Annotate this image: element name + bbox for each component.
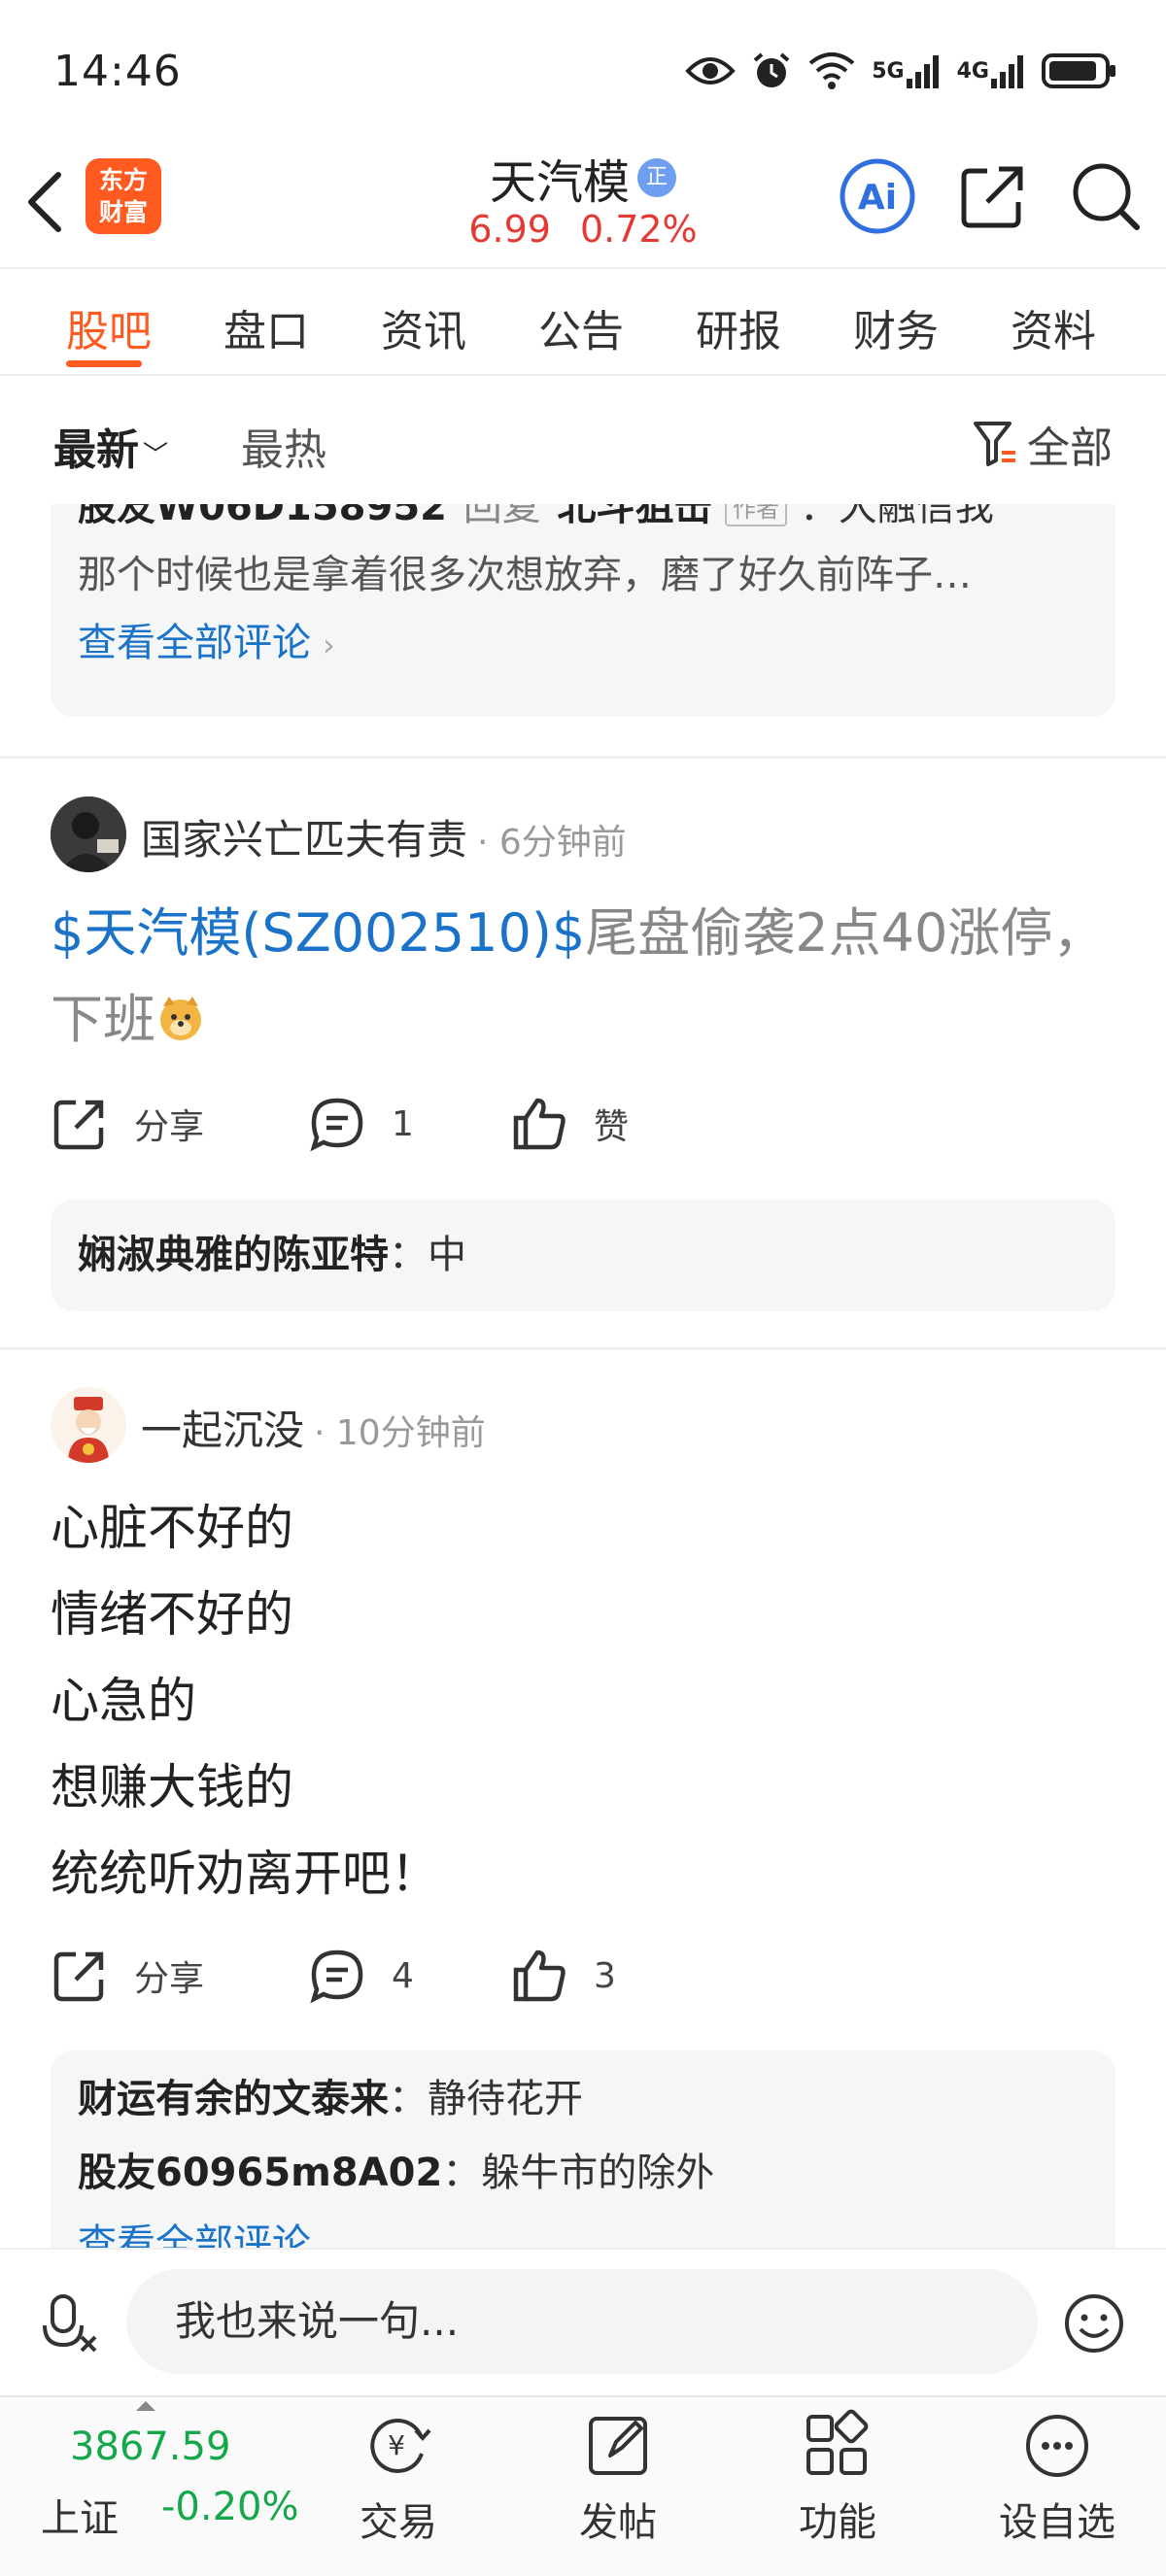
search-button[interactable] xyxy=(1067,157,1145,235)
fortune-god-avatar-icon xyxy=(51,1387,126,1463)
avatar[interactable] xyxy=(51,797,126,872)
chevron-right-icon: › xyxy=(323,627,335,663)
nav-functions[interactable]: 功能 xyxy=(750,2407,925,2547)
post-feed: 股友W06D158952 回复 北斗狙击 作者 ：大融信我 那个时候也是拿着很多… xyxy=(0,504,1166,2248)
like-button[interactable]: 赞 xyxy=(510,1095,629,1153)
grid-icon xyxy=(806,2409,869,2475)
svg-text:¥: ¥ xyxy=(388,2429,405,2461)
ai-icon: Ai xyxy=(840,158,915,234)
active-tab-indicator xyxy=(66,360,142,367)
trade-icon: ¥ xyxy=(370,2419,431,2473)
user-avatar-icon xyxy=(51,797,126,872)
reply-box: 财运有余的文泰来：静待花开 股友60965m8A02：躲牛市的除外 查看全部评论 xyxy=(51,2051,1115,2248)
stock-name: 天汽模 xyxy=(489,155,630,210)
voice-input-button[interactable] xyxy=(39,2292,101,2358)
verified-badge: 正 xyxy=(637,158,676,197)
share-icon xyxy=(53,1100,104,1150)
nav-post[interactable]: 发帖 xyxy=(531,2407,705,2547)
post-author[interactable]: 一起沉没 · 10分钟前 xyxy=(141,1398,486,1457)
post-content[interactable]: $天汽模(SZ002510)$尾盘偷袭2点40涨停， 下班 xyxy=(51,890,1115,1063)
comment-button[interactable]: 1 xyxy=(308,1095,414,1153)
thumbs-up-icon xyxy=(513,1098,566,1150)
view-all-comments[interactable]: 查看全部评论 › xyxy=(51,609,1115,679)
post-time: · 6分钟前 xyxy=(477,823,627,863)
reply-item[interactable]: 娴淑典雅的陈亚特：中 xyxy=(51,1200,1115,1311)
compose-icon xyxy=(589,2417,647,2475)
like-button[interactable]: 3 xyxy=(510,1947,616,2005)
comment-bar: 我也来说一句... xyxy=(0,2248,1166,2395)
eye-icon xyxy=(685,53,737,88)
stock-price: 6.99 xyxy=(468,208,551,251)
comment-button[interactable]: 4 xyxy=(308,1947,414,2005)
post-actions: 分享 1 赞 xyxy=(51,1095,1115,1172)
emoji-button[interactable] xyxy=(1063,2292,1125,2358)
sort-bar: 最新 ﹀ 最热 全部 xyxy=(0,378,1166,504)
index-value[interactable]: 3867.59 xyxy=(70,2424,230,2469)
wifi-icon xyxy=(807,51,856,90)
reply-item[interactable]: 股友W06D158952 回复 北斗狙击 作者 ：大融信我 xyxy=(51,504,1115,541)
author-tag: 作者 xyxy=(725,504,788,526)
filter-icon xyxy=(974,422,1015,466)
reply-item-continued: 那个时候也是拿着很多次想放弃，磨了好久前阵子… xyxy=(78,553,972,597)
comment-icon xyxy=(310,1098,363,1152)
share-button[interactable]: 分享 xyxy=(51,1095,204,1153)
ai-button[interactable]: Ai xyxy=(839,157,916,235)
search-icon xyxy=(1073,163,1140,230)
signal-4g-icon: 4G xyxy=(957,53,1026,88)
nav-trade[interactable]: ¥ 交易 xyxy=(311,2407,486,2547)
index-name[interactable]: 上证 xyxy=(41,2487,119,2543)
share-icon xyxy=(961,166,1023,228)
microphone-icon xyxy=(43,2294,97,2353)
reply-item[interactable]: 财运有余的文泰来：静待花开 xyxy=(51,2062,1115,2136)
thumbs-up-icon xyxy=(513,1949,566,2002)
divider xyxy=(0,756,1166,759)
share-icon xyxy=(53,1951,104,2002)
signal-5g-icon: 5G xyxy=(872,53,941,88)
sort-latest[interactable]: 最新 ﹀ xyxy=(53,415,168,477)
bottom-nav: 3867.59 上证 -0.20% ¥ 交易 发帖 功能 设自选 xyxy=(0,2395,1166,2576)
view-all-comments[interactable]: 查看全部评论 xyxy=(51,2210,1115,2248)
sort-hot[interactable]: 最热 xyxy=(241,415,326,477)
tab-bar: 股吧 盘口 资讯 公告 研报 财务 资料 xyxy=(0,267,1166,376)
post-author[interactable]: 国家兴亡匹夫有责 · 6分钟前 xyxy=(141,807,627,866)
tab-news[interactable]: 资讯 xyxy=(381,296,466,358)
filter-button[interactable]: 全部 xyxy=(973,413,1113,475)
stock-change: 0.72% xyxy=(579,208,698,251)
avatar[interactable] xyxy=(51,1387,126,1463)
post-content[interactable]: 心脏不好的 情绪不好的 心急的 想赚大钱的 统统听劝离开吧！ xyxy=(51,1485,439,1917)
index-change[interactable]: -0.20% xyxy=(161,2485,299,2529)
tab-finance[interactable]: 财务 xyxy=(853,296,939,358)
tab-pankou[interactable]: 盘口 xyxy=(223,296,309,358)
stock-header: 东方 财富 天汽模 正 6.99 0.72% Ai xyxy=(0,136,1166,267)
stock-link[interactable]: $天汽模(SZ002510)$ xyxy=(51,902,585,964)
comment-input[interactable]: 我也来说一句... xyxy=(126,2269,1038,2374)
nav-add-watchlist[interactable]: 设自选 xyxy=(970,2407,1145,2547)
tab-research[interactable]: 研报 xyxy=(696,296,781,358)
battery-icon xyxy=(1042,51,1117,90)
chevron-down-icon: ﹀ xyxy=(143,440,169,470)
post-time: · 10分钟前 xyxy=(314,1413,486,1453)
comment-icon xyxy=(310,1949,363,2004)
tab-announcements[interactable]: 公告 xyxy=(538,296,624,358)
share-page-button[interactable] xyxy=(954,157,1032,235)
reply-box: 股友W06D158952 回复 北斗狙击 作者 ：大融信我 那个时候也是拿着很多… xyxy=(51,504,1115,717)
reply-item[interactable]: 股友60965m8A02：躲牛市的除外 xyxy=(51,2136,1115,2210)
expand-arrow-icon[interactable] xyxy=(136,2401,155,2411)
svg-text:Ai: Ai xyxy=(858,178,897,218)
status-icons: 5G 4G xyxy=(685,51,1117,91)
reply-box: 娴淑典雅的陈亚特：中 xyxy=(51,1200,1115,1311)
divider xyxy=(0,1347,1166,1350)
tab-guba[interactable]: 股吧 xyxy=(66,296,152,358)
smiley-icon xyxy=(1065,2294,1123,2353)
alarm-icon xyxy=(751,51,792,91)
post-actions: 分享 4 3 xyxy=(51,1947,1115,2024)
share-button[interactable]: 分享 xyxy=(51,1947,204,2005)
more-icon xyxy=(1026,2415,1088,2477)
dog-emoji-icon xyxy=(160,997,201,1040)
tab-profile[interactable]: 资料 xyxy=(1011,296,1096,358)
status-bar: 14:46 5G 4G xyxy=(0,0,1166,146)
status-time: 14:46 xyxy=(53,47,182,96)
